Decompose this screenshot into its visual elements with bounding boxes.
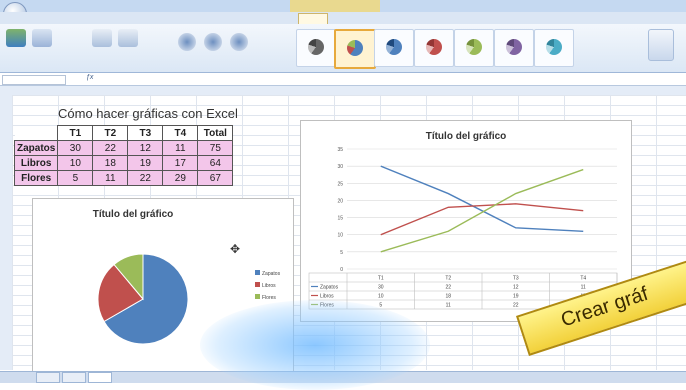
decorative-glow [200, 300, 430, 390]
chart-style-4[interactable] [414, 29, 454, 67]
data-label: 22 [445, 285, 451, 291]
select-data-button[interactable] [118, 29, 138, 47]
legend-label: Flores [262, 295, 276, 301]
save-template-button[interactable] [32, 29, 52, 47]
chart-style-5[interactable] [454, 29, 494, 67]
table-cell[interactable]: 17 [162, 155, 199, 171]
legend-swatch [255, 270, 260, 275]
line-chart: Título del gráfico 0 5 10 15 20 25 30 35 T1 T2 T3 T… [308, 131, 618, 310]
legend-label: Zapatos [262, 271, 281, 277]
tab-1[interactable] [36, 13, 58, 24]
table-cell[interactable]: 22 [127, 170, 164, 186]
chart-style-3[interactable] [374, 29, 414, 67]
data-label: 10 [378, 294, 384, 300]
table-cell-total[interactable]: 75 [197, 140, 234, 156]
data-label: 30 [378, 285, 384, 291]
table-row: Zapatos 30 22 12 11 75 [13, 140, 234, 156]
fx-icon[interactable]: ƒx [86, 74, 93, 81]
y-tick-label: 30 [337, 164, 343, 170]
legend-label: Libros [262, 283, 276, 289]
table-row: Flores 5 11 22 29 67 [13, 170, 234, 186]
legend-swatch [255, 294, 260, 299]
data-label: 22 [513, 303, 519, 309]
sheet-tab-1[interactable] [36, 372, 60, 383]
sheet-tab-2[interactable] [62, 372, 86, 383]
formula-bar [0, 73, 686, 86]
table-header-row: T1 T2 T3 T4 Total [14, 125, 234, 141]
y-tick-label: 0 [340, 267, 343, 273]
table-header-cell[interactable]: T1 [57, 125, 94, 141]
pie-chart-title: Título del gráfico [93, 209, 174, 220]
chart-layout-2-button[interactable] [204, 33, 222, 51]
data-label: 19 [513, 294, 519, 300]
data-table[interactable]: T1 T2 T3 T4 Total Zapatos 30 22 12 11 75… [13, 125, 234, 186]
table-cell-total[interactable]: 64 [197, 155, 234, 171]
chart-layout-1-button[interactable] [178, 33, 196, 51]
data-label: 18 [445, 294, 451, 300]
table-cell[interactable]: 29 [162, 170, 199, 186]
sheet-tab-3[interactable] [88, 372, 112, 383]
sheet-title: Cómo hacer gráficas con Excel [58, 106, 238, 121]
table-cell[interactable]: 10 [57, 155, 94, 171]
y-tick-label: 25 [337, 181, 343, 187]
table-header-cell[interactable]: T3 [127, 125, 164, 141]
table-cell[interactable]: 11 [162, 140, 199, 156]
row-label[interactable]: Libros [13, 155, 59, 171]
table-cell[interactable]: 5 [57, 170, 94, 186]
table-cell[interactable]: 22 [92, 140, 129, 156]
table-header-cell [14, 125, 58, 141]
y-tick-label: 35 [337, 147, 343, 153]
legend-swatch [255, 282, 260, 287]
chart-style-2[interactable] [334, 29, 376, 69]
name-box[interactable] [2, 75, 66, 85]
x-tick-label: T4 [580, 276, 586, 282]
switch-row-column-button[interactable] [92, 29, 112, 47]
table-cell-total[interactable]: 67 [197, 170, 234, 186]
x-tick-label: T3 [513, 276, 519, 282]
table-cell[interactable]: 18 [92, 155, 129, 171]
row-label[interactable]: Flores [13, 170, 59, 186]
table-cell[interactable]: 19 [127, 155, 164, 171]
table-header-cell[interactable]: T2 [92, 125, 129, 141]
x-tick-label: T2 [445, 276, 451, 282]
move-cursor-icon: ✥ [230, 242, 241, 256]
move-chart-button[interactable] [648, 29, 674, 61]
table-row: Libros 10 18 19 17 64 [13, 155, 234, 171]
data-label: 11 [581, 285, 586, 291]
data-label: 12 [513, 285, 519, 291]
data-label: 11 [446, 303, 451, 309]
series-label: Libros [320, 294, 334, 300]
y-tick-label: 5 [340, 250, 343, 256]
chart-tools-group [290, 0, 380, 12]
chart-style-7[interactable] [534, 29, 574, 67]
table-cell[interactable]: 11 [92, 170, 129, 186]
change-chart-type-button[interactable] [6, 29, 26, 47]
x-tick-label: T1 [378, 276, 384, 282]
tab-3[interactable] [96, 13, 136, 24]
series-line-zapatos[interactable] [380, 165, 584, 232]
chart-style-6[interactable] [494, 29, 534, 67]
table-header-cell[interactable]: Total [197, 125, 234, 141]
y-tick-label: 20 [337, 198, 343, 204]
chart-style-1[interactable] [296, 29, 336, 67]
y-tick-label: 15 [337, 216, 343, 222]
y-tick-label: 10 [337, 233, 343, 239]
series-label: Zapatos [320, 285, 339, 291]
row-label[interactable]: Zapatos [13, 140, 59, 156]
tab-2[interactable] [62, 13, 92, 24]
table-header-cell[interactable]: T4 [162, 125, 199, 141]
table-cell[interactable]: 30 [57, 140, 94, 156]
chart-layout-3-button[interactable] [230, 33, 248, 51]
line-chart-title: Título del gráfico [426, 131, 507, 142]
line-chart-object[interactable]: Título del gráfico 0 5 10 15 20 25 30 35 T1 T2 T3 T… [300, 120, 632, 322]
table-cell[interactable]: 12 [127, 140, 164, 156]
